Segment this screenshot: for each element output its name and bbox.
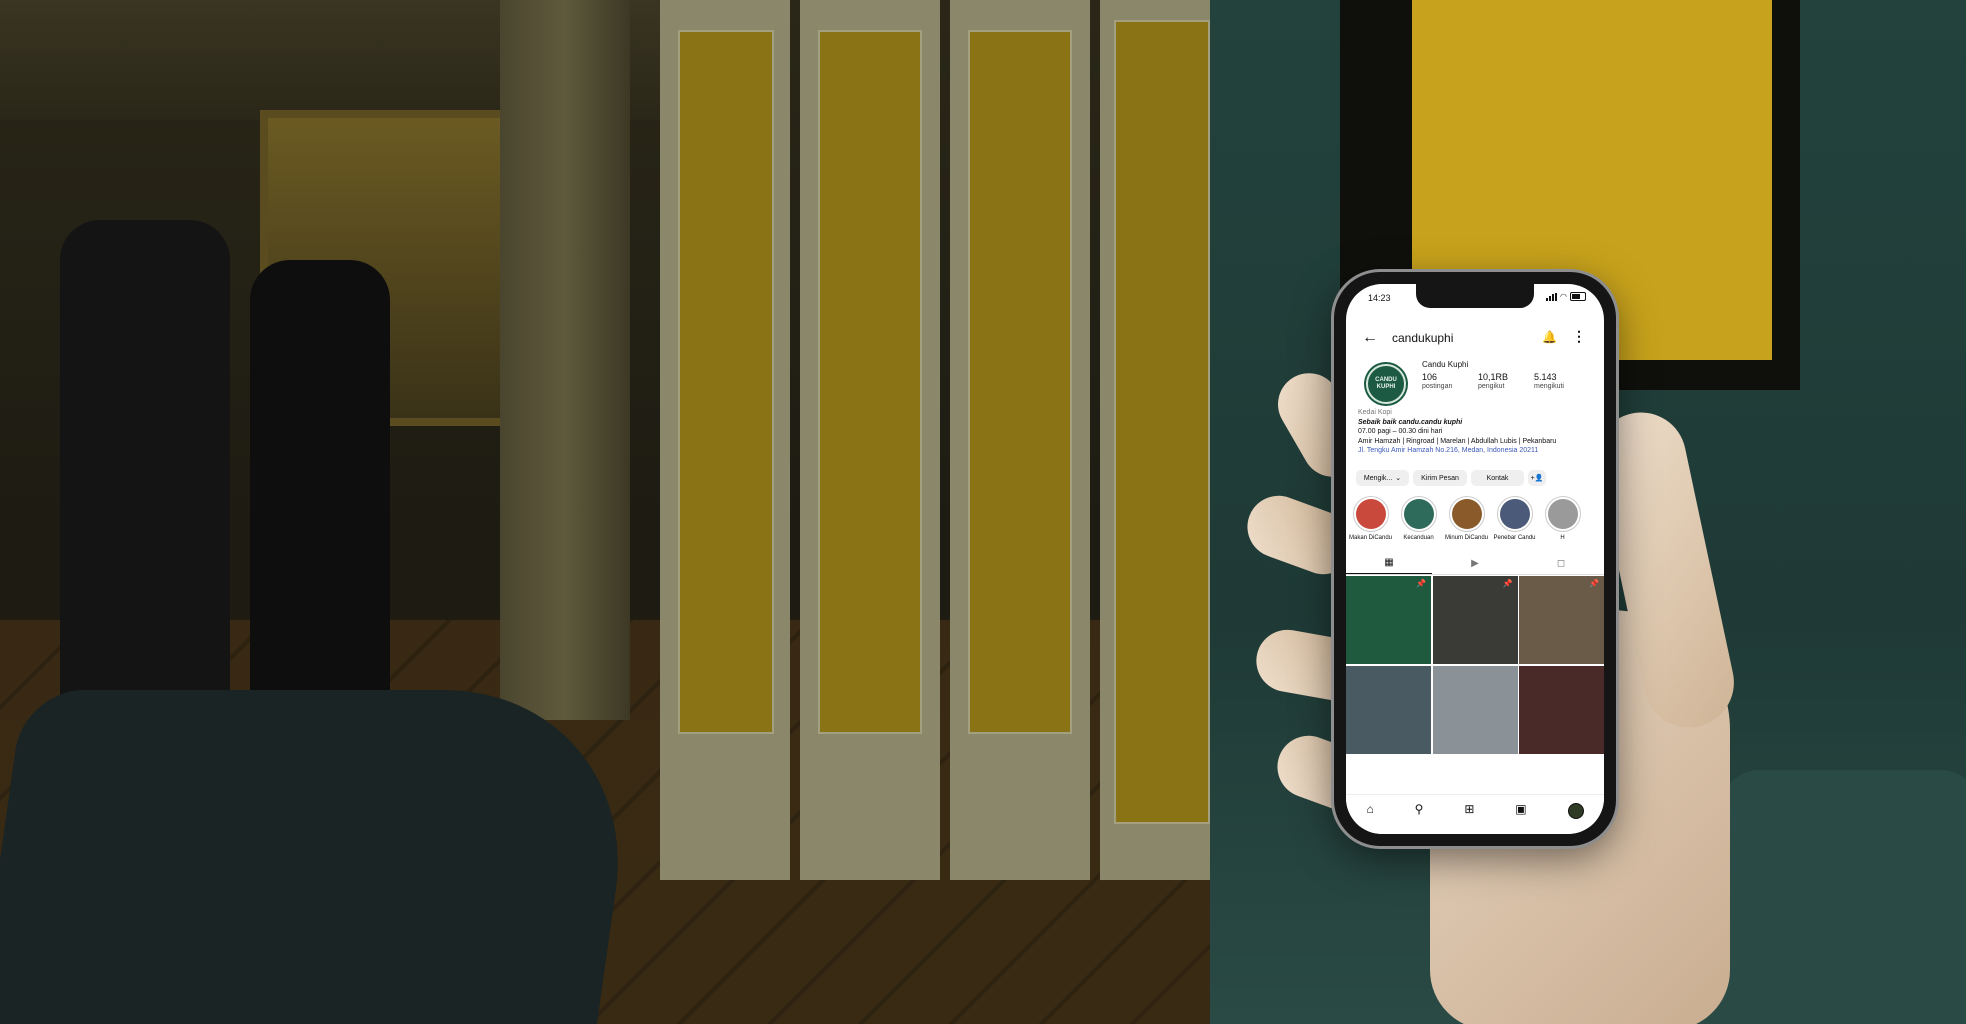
phone: 14:23 ◠ ← candukuphi 🔔 ⋮ CANDU KUPHI Can… bbox=[1334, 272, 1616, 846]
status-time: 14:23 bbox=[1368, 293, 1391, 303]
tagged-icon: ◻ bbox=[1556, 557, 1566, 569]
post-thumbnail[interactable] bbox=[1432, 665, 1518, 754]
stat-posts-label: postingan bbox=[1422, 383, 1453, 390]
highlight-item[interactable]: Penebar Candu bbox=[1493, 496, 1536, 546]
status-icons: ◠ bbox=[1546, 292, 1586, 301]
highlight-thumbnail bbox=[1451, 499, 1482, 529]
highlight-item[interactable]: Kecanduan bbox=[1398, 496, 1439, 546]
reels-nav-icon[interactable]: ▣ bbox=[1515, 803, 1526, 815]
chevron-down-icon: ⌄ bbox=[1395, 475, 1402, 482]
chair-foreground bbox=[0, 690, 644, 1024]
profile-nav-avatar[interactable] bbox=[1567, 803, 1584, 819]
stat-following-value: 5.143 bbox=[1534, 372, 1557, 382]
grid-icon: ▦ bbox=[1384, 557, 1394, 568]
stat-posts[interactable]: 106 postingan bbox=[1422, 372, 1478, 390]
stat-posts-value: 106 bbox=[1422, 372, 1438, 382]
highlight-item[interactable]: Minum DiCandu bbox=[1444, 496, 1489, 546]
highlight-item[interactable]: Makan DiCandu bbox=[1348, 496, 1393, 546]
highlight-thumbnail bbox=[1403, 499, 1434, 529]
stat-following[interactable]: 5.143 mengikuti bbox=[1534, 372, 1590, 390]
highlight-label: H bbox=[1560, 535, 1565, 541]
bio-tagline: Sebaik baik candu.candu kuphi bbox=[1358, 418, 1463, 426]
signal-icon bbox=[1546, 292, 1558, 301]
bio-hours: 07.00 pagi – 00.30 dini hari bbox=[1358, 428, 1443, 435]
pin-icon: 📌 bbox=[1502, 579, 1513, 588]
more-options-icon[interactable]: ⋮ bbox=[1572, 328, 1586, 345]
background-photo bbox=[0, 0, 1966, 1024]
camera-notch bbox=[1416, 284, 1534, 308]
stat-followers-label: pengikut bbox=[1478, 383, 1505, 390]
profile-tabs: ▦ ▶ ◻ bbox=[1346, 552, 1604, 575]
highlight-label: Penebar Candu bbox=[1493, 535, 1536, 541]
message-button[interactable]: Kirim Pesan bbox=[1413, 470, 1467, 486]
highlight-label: Kecanduan bbox=[1403, 535, 1434, 541]
tab-tagged[interactable]: ◻ bbox=[1518, 552, 1604, 574]
profile-avatar[interactable]: CANDU KUPHI bbox=[1364, 362, 1408, 406]
stat-following-label: mengikuti bbox=[1534, 383, 1564, 390]
following-button[interactable]: Mengik... ⌄ bbox=[1356, 470, 1409, 486]
display-name: Candu Kuphi bbox=[1422, 360, 1469, 369]
contact-button[interactable]: Kontak bbox=[1471, 470, 1524, 486]
tab-reels[interactable]: ▶ bbox=[1432, 552, 1518, 574]
profile-header: ← candukuphi 🔔 ⋮ bbox=[1346, 324, 1604, 352]
glass-door-middle bbox=[800, 0, 940, 880]
bottom-navigation: ⌂ ⚲ ⊞ ▣ bbox=[1346, 794, 1604, 834]
highlight-thumbnail bbox=[1355, 499, 1386, 529]
wifi-icon: ◠ bbox=[1560, 292, 1567, 301]
tab-posts[interactable]: ▦ bbox=[1346, 552, 1432, 574]
post-thumbnail[interactable]: 📌 bbox=[1346, 576, 1431, 664]
reels-icon: ▶ bbox=[1471, 557, 1479, 569]
profile-actions: Mengik... ⌄ Kirim Pesan Kontak +👤 bbox=[1356, 470, 1594, 486]
story-highlights: Makan DiCandu Kecanduan Minum DiCandu Pe… bbox=[1348, 496, 1604, 546]
notification-bell-icon[interactable]: 🔔 bbox=[1542, 330, 1557, 344]
add-person-button[interactable]: +👤 bbox=[1528, 470, 1546, 486]
highlight-label: Minum DiCandu bbox=[1444, 535, 1489, 541]
following-label: Mengik... bbox=[1363, 474, 1393, 482]
add-person-icon: +👤 bbox=[1530, 475, 1544, 482]
glass-door-right bbox=[950, 0, 1090, 880]
stat-followers-value: 10,1RB bbox=[1478, 372, 1509, 382]
posts-grid: 📌 📌 📌 bbox=[1346, 576, 1604, 754]
profile-stats: 106 postingan 10,1RB pengikut 5.143 meng… bbox=[1422, 372, 1592, 390]
post-thumbnail[interactable]: 📌 bbox=[1519, 576, 1604, 664]
phone-screen: 14:23 ◠ ← candukuphi 🔔 ⋮ CANDU KUPHI Can… bbox=[1346, 284, 1604, 834]
pin-icon: 📌 bbox=[1589, 579, 1599, 588]
pillar bbox=[500, 0, 630, 720]
bio-category: Kedai Kopi bbox=[1358, 409, 1392, 416]
battery-icon bbox=[1570, 292, 1586, 301]
avatar-logo: CANDU KUPHI bbox=[1366, 364, 1406, 404]
home-icon[interactable]: ⌂ bbox=[1366, 803, 1373, 815]
bio-address-link[interactable]: Jl. Tengku Amir Hamzah No.216, Medan, In… bbox=[1358, 446, 1594, 456]
highlight-label: Makan DiCandu bbox=[1348, 535, 1393, 541]
stat-followers[interactable]: 10,1RB pengikut bbox=[1478, 372, 1534, 390]
pin-icon: 📌 bbox=[1416, 579, 1426, 588]
post-thumbnail[interactable] bbox=[1519, 665, 1604, 754]
create-post-icon[interactable]: ⊞ bbox=[1464, 803, 1474, 815]
glass-door-far bbox=[1100, 0, 1220, 880]
glass-door-left bbox=[660, 0, 790, 880]
highlight-thumbnail bbox=[1499, 499, 1530, 529]
post-thumbnail[interactable] bbox=[1346, 665, 1431, 754]
highlight-thumbnail bbox=[1547, 499, 1578, 529]
profile-bio: Kedai Kopi Sebaik baik candu.candu kuphi… bbox=[1358, 408, 1594, 456]
bio-locations: Amir Hamzah | Ringroad | Marelan | Abdul… bbox=[1358, 437, 1557, 445]
profile-username: candukuphi bbox=[1392, 331, 1454, 345]
search-icon[interactable]: ⚲ bbox=[1415, 803, 1424, 815]
highlight-item[interactable]: H bbox=[1542, 496, 1583, 546]
post-thumbnail[interactable]: 📌 bbox=[1432, 576, 1518, 664]
back-arrow-icon[interactable]: ← bbox=[1362, 330, 1378, 346]
